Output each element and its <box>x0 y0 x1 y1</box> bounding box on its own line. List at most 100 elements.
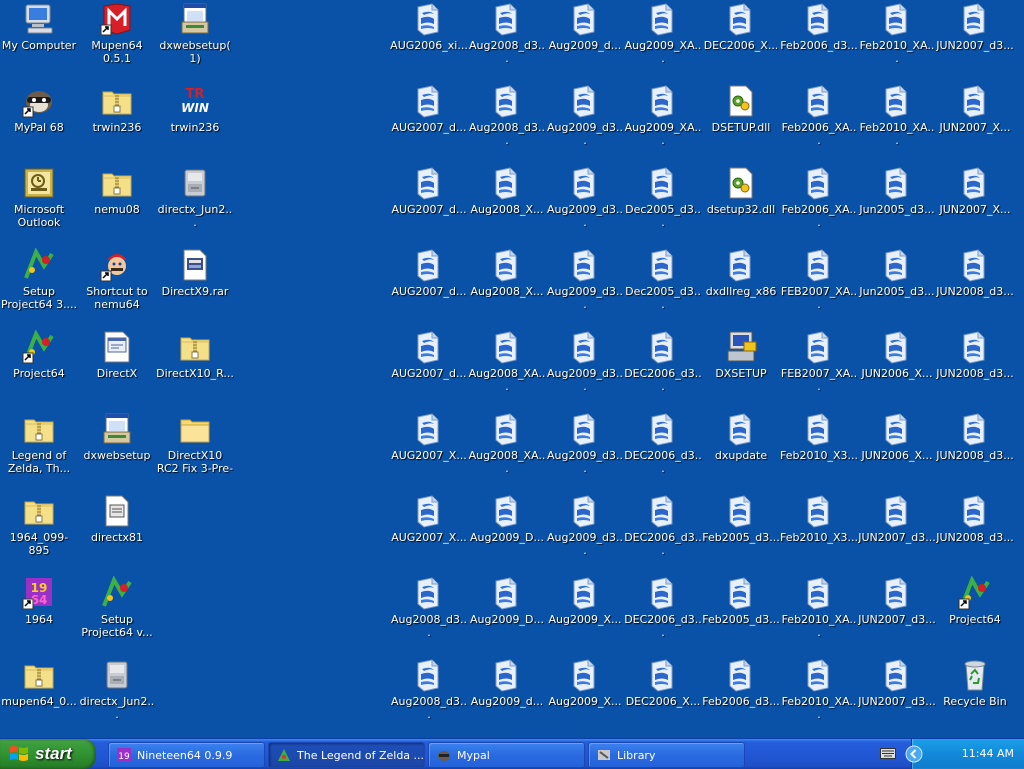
desktop-icon[interactable]: 1964_099-895 <box>0 492 78 570</box>
desktop-icon[interactable]: DEC2006_X... <box>624 656 702 734</box>
desktop-icon[interactable]: Feb2010_XA... <box>858 82 936 160</box>
desktop-icon[interactable]: Aug2008_XA... <box>468 328 546 406</box>
desktop-icon[interactable]: Dec2005_d3... <box>624 246 702 324</box>
desktop-icon[interactable]: JUN2008_d3... <box>936 492 1014 570</box>
desktop-icon[interactable]: dxwebsetup <box>78 410 156 488</box>
desktop-icon[interactable]: Aug2009_d3... <box>546 410 624 488</box>
desktop-icon[interactable]: Aug2009_X... <box>546 574 624 652</box>
desktop-icon[interactable]: Feb2005_d3... <box>702 492 780 570</box>
desktop-icon[interactable]: Aug2008_X... <box>468 246 546 324</box>
task-nineteen64[interactable]: 19 Nineteen64 0.9.9 <box>108 742 265 768</box>
desktop-icon[interactable]: JUN2007_d3... <box>858 492 936 570</box>
desktop-icon[interactable]: Aug2009_d3... <box>546 328 624 406</box>
desktop-icon[interactable]: JUN2007_d3... <box>858 656 936 734</box>
desktop-icon[interactable]: JUN2007_d3... <box>936 0 1014 78</box>
desktop-icon[interactable]: dxupdate <box>702 410 780 488</box>
desktop-icon[interactable]: dxwebsetup(1) <box>156 0 234 78</box>
desktop-icon[interactable]: Aug2009_X... <box>546 656 624 734</box>
desktop-icon[interactable]: AUG2007_d... <box>390 328 468 406</box>
desktop-icon[interactable]: Aug2008_d3... <box>468 0 546 78</box>
desktop-icon[interactable]: Feb2010_XA... <box>780 656 858 734</box>
task-mypal[interactable]: Mypal <box>428 742 585 768</box>
desktop-icon[interactable]: Aug2009_d3... <box>546 492 624 570</box>
desktop-icon[interactable]: Feb2010_XA... <box>858 0 936 78</box>
desktop-icon[interactable]: AUG2007_X... <box>390 492 468 570</box>
desktop[interactable]: My Computer Mupen64 0.5.1 dxwebsetup(1) MyP… <box>0 0 1024 738</box>
desktop-icon[interactable]: My Computer <box>0 0 78 78</box>
desktop-icon[interactable]: AUG2007_d... <box>390 246 468 324</box>
desktop-icon[interactable]: Project64 <box>936 574 1014 652</box>
desktop-icon[interactable]: dxdllreg_x86 <box>702 246 780 324</box>
desktop-icon[interactable]: JUN2008_d3... <box>936 410 1014 488</box>
desktop-icon[interactable]: Mupen64 0.5.1 <box>78 0 156 78</box>
desktop-icon[interactable]: Aug2009_D... <box>468 574 546 652</box>
desktop-icon[interactable]: directx81 <box>78 492 156 570</box>
keyboard-icon[interactable] <box>880 748 896 759</box>
task-legend-of-zelda[interactable]: The Legend of Zelda ... <box>268 742 425 768</box>
desktop-icon[interactable]: directx_Jun2... <box>156 164 234 242</box>
desktop-icon[interactable]: DEC2006_X... <box>702 0 780 78</box>
desktop-icon[interactable]: DXSETUP <box>702 328 780 406</box>
desktop-icon[interactable]: JUN2007_X... <box>936 164 1014 242</box>
desktop-icon[interactable]: JUN2008_d3... <box>936 246 1014 324</box>
desktop-icon[interactable]: DirectX9.rar <box>156 246 234 324</box>
desktop-icon[interactable]: Dec2005_d3... <box>624 164 702 242</box>
desktop-icon[interactable]: Legend of Zelda, Th... <box>0 410 78 488</box>
desktop-icon[interactable]: Aug2009_d... <box>468 656 546 734</box>
desktop-icon[interactable]: Aug2009_d3... <box>546 164 624 242</box>
desktop-icon[interactable]: Aug2008_X... <box>468 164 546 242</box>
desktop-icon[interactable]: nemu08 <box>78 164 156 242</box>
desktop-icon[interactable]: AUG2007_d... <box>390 164 468 242</box>
desktop-icon[interactable]: Microsoft Outlook <box>0 164 78 242</box>
desktop-icon[interactable]: JUN2008_d3... <box>936 328 1014 406</box>
desktop-icon[interactable]: AUG2007_d... <box>390 82 468 160</box>
desktop-icon[interactable]: mupen64_0... <box>0 656 78 734</box>
start-button[interactable]: start <box>0 739 96 769</box>
desktop-icon[interactable]: DEC2006_d3... <box>624 574 702 652</box>
desktop-icon[interactable]: Recycle Bin <box>936 656 1014 734</box>
desktop-icon[interactable]: Aug2009_d3... <box>546 246 624 324</box>
task-library[interactable]: Library <box>588 742 745 768</box>
desktop-icon[interactable]: Aug2008_XA... <box>468 410 546 488</box>
desktop-icon[interactable]: DSETUP.dll <box>702 82 780 160</box>
desktop-icon[interactable]: Aug2008_d3... <box>468 82 546 160</box>
desktop-icon[interactable]: AUG2007_X... <box>390 410 468 488</box>
desktop-icon[interactable]: Setup Project64 3.... <box>0 246 78 324</box>
desktop-icon[interactable]: DEC2006_d3... <box>624 492 702 570</box>
desktop-icon[interactable]: trwin236 <box>78 82 156 160</box>
desktop-icon[interactable]: Aug2009_D... <box>468 492 546 570</box>
desktop-icon[interactable]: Shortcut to nemu64 <box>78 246 156 324</box>
desktop-icon[interactable]: JUN2006_X... <box>858 410 936 488</box>
desktop-icon[interactable]: MyPal 68 <box>0 82 78 160</box>
desktop-icon[interactable]: DirectX <box>78 328 156 406</box>
desktop-icon[interactable]: FEB2007_XA... <box>780 328 858 406</box>
desktop-icon[interactable]: JUN2007_X... <box>936 82 1014 160</box>
desktop-icon[interactable]: TR WIN trwin236 <box>156 82 234 160</box>
show-hidden-icons-icon[interactable] <box>904 744 924 764</box>
desktop-icon[interactable]: Feb2010_X3... <box>780 410 858 488</box>
desktop-icon[interactable]: Jun2005_d3... <box>858 246 936 324</box>
desktop-icon[interactable]: Feb2010_XA... <box>780 574 858 652</box>
desktop-icon[interactable]: Project64 <box>0 328 78 406</box>
desktop-icon[interactable]: Feb2006_d3... <box>780 0 858 78</box>
desktop-icon[interactable]: DirectX10_R... <box>156 328 234 406</box>
desktop-icon[interactable]: Jun2005_d3... <box>858 164 936 242</box>
desktop-icon[interactable]: Feb2006_XA... <box>780 82 858 160</box>
desktop-icon[interactable]: Aug2009_d... <box>546 0 624 78</box>
desktop-icon[interactable]: AUG2006_xi... <box>390 0 468 78</box>
desktop-icon[interactable]: Setup Project64 v... <box>78 574 156 652</box>
desktop-icon[interactable]: Aug2009_d3... <box>546 82 624 160</box>
clock[interactable]: 11:44 AM <box>962 747 1014 760</box>
desktop-icon[interactable]: DEC2006_d3... <box>624 410 702 488</box>
desktop-icon[interactable]: 19 64 1964 <box>0 574 78 652</box>
desktop-icon[interactable]: JUN2006_X... <box>858 328 936 406</box>
desktop-icon[interactable]: Feb2005_d3... <box>702 574 780 652</box>
desktop-icon[interactable]: FEB2007_XA... <box>780 246 858 324</box>
desktop-icon[interactable]: Aug2008_d3... <box>390 656 468 734</box>
desktop-icon[interactable]: dsetup32.dll <box>702 164 780 242</box>
desktop-icon[interactable]: Feb2010_X3... <box>780 492 858 570</box>
desktop-icon[interactable]: Aug2009_XA... <box>624 82 702 160</box>
desktop-icon[interactable]: Aug2008_d3... <box>390 574 468 652</box>
desktop-icon[interactable]: Aug2009_XA... <box>624 0 702 78</box>
desktop-icon[interactable]: directx_Jun2... <box>78 656 156 734</box>
